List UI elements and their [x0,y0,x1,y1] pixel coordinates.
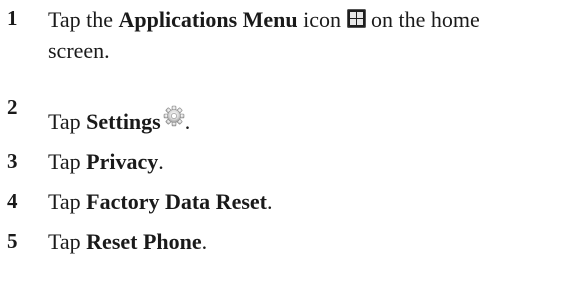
step-middle: icon [297,7,347,32]
step-emphasis: Factory Data Reset [86,189,267,214]
step-text: Tap Settings . [48,104,568,137]
step-text: Tap the Applications Menu icon on the ho… [48,4,568,66]
step-suffix: . [158,149,164,174]
step-number: 5 [7,229,18,253]
gear-icon [163,104,185,127]
step-number: 1 [7,6,18,30]
step-emphasis: Reset Phone [86,229,202,254]
apps-grid-icon [346,9,366,28]
step-number: 3 [7,149,18,173]
step-suffix: on the home [365,7,480,32]
step-prefix: Tap [48,149,87,174]
step-text: Tap Factory Data Reset. [48,186,568,217]
step-prefix: Tap [48,189,87,214]
step-text: Tap Reset Phone. [48,226,568,257]
step-emphasis: Applications Menu [118,7,298,32]
step-suffix-line2: screen. [48,38,110,63]
step-prefix: Tap the [48,7,119,32]
step-suffix: . [184,109,191,134]
step-text: Tap Privacy. [48,146,568,177]
step-suffix: . [266,189,273,214]
step-number: 4 [7,189,18,213]
step-suffix: . [201,229,208,254]
step-emphasis: Privacy [86,149,159,174]
step-prefix: Tap [48,229,87,254]
step-prefix: Tap [48,109,87,134]
step-number: 2 [7,95,18,119]
step-emphasis: Settings [86,109,161,134]
instruction-steps: 1 Tap the Applications Menu icon on the … [0,0,577,282]
